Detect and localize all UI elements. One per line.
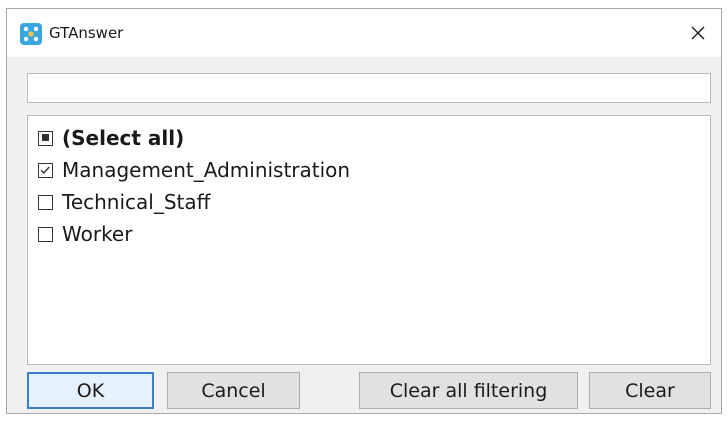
list-item-select-all[interactable]: (Select all)	[28, 122, 710, 154]
cancel-button[interactable]: Cancel	[167, 372, 300, 409]
ok-button[interactable]: OK	[27, 372, 154, 409]
list-item-worker[interactable]: Worker	[28, 218, 710, 250]
list-item-management-administration[interactable]: Management_Administration	[28, 154, 710, 186]
checkbox-unchecked-icon[interactable]	[38, 226, 53, 242]
clear-button[interactable]: Clear	[589, 372, 711, 409]
filter-dialog: GTAnswer (Select all) Management_Adminis…	[6, 8, 722, 414]
list-item-label: (Select all)	[62, 126, 185, 150]
close-icon	[691, 26, 705, 40]
list-item-label: Management_Administration	[62, 158, 351, 182]
list-item-label: Worker	[62, 222, 133, 246]
checkbox-unchecked-icon[interactable]	[38, 194, 53, 210]
title-bar[interactable]: GTAnswer	[7, 9, 721, 57]
filter-value-list[interactable]: (Select all) Management_Administration T…	[27, 115, 711, 365]
search-input[interactable]	[27, 73, 711, 103]
clear-all-filtering-button[interactable]: Clear all filtering	[359, 372, 578, 409]
checkbox-checked-icon[interactable]	[38, 162, 53, 178]
close-button[interactable]	[675, 9, 721, 57]
app-icon	[20, 23, 42, 45]
list-item-technical-staff[interactable]: Technical_Staff	[28, 186, 710, 218]
window-title: GTAnswer	[49, 24, 124, 42]
list-item-label: Technical_Staff	[62, 190, 211, 214]
checkbox-partial-icon[interactable]	[38, 130, 53, 146]
